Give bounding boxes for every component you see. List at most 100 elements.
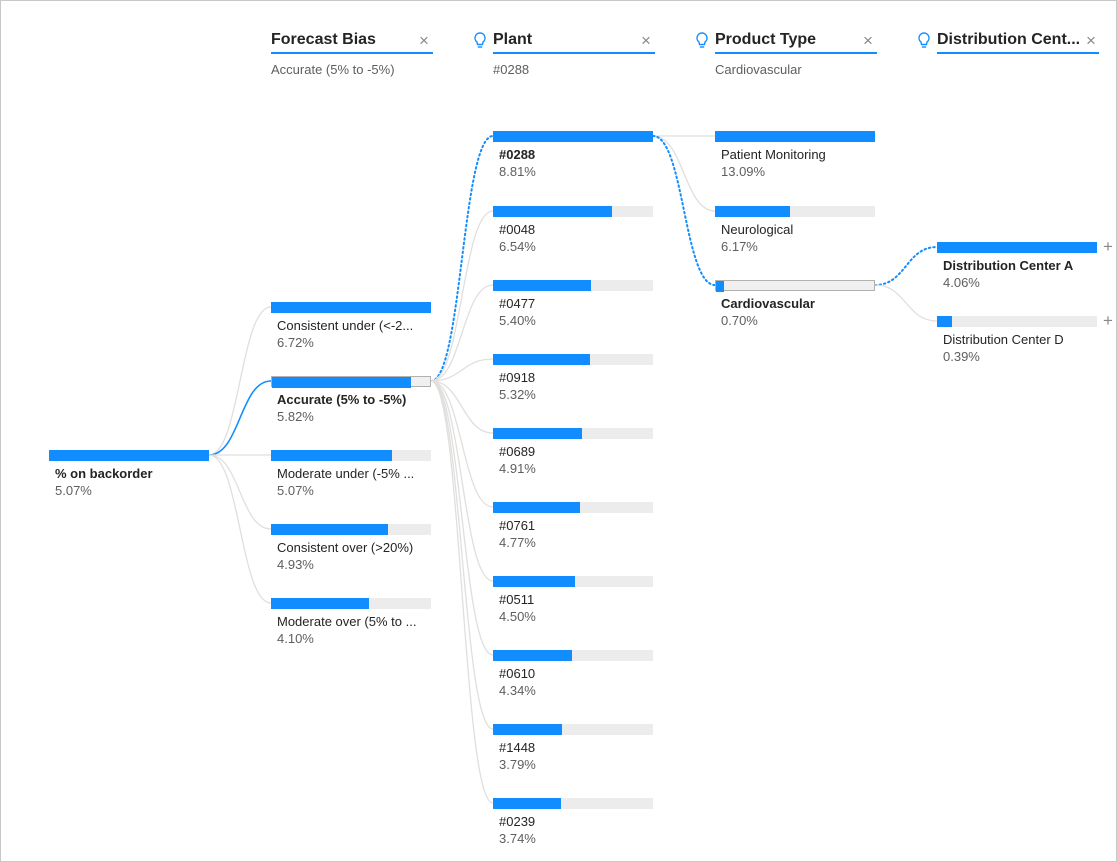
node-value: 13.09%: [721, 164, 766, 179]
bar-fill: [493, 428, 582, 439]
node-value: 3.74%: [499, 831, 536, 846]
node-label: Neurological: [721, 222, 794, 237]
node-label: Consistent over (>20%): [277, 540, 414, 555]
decomposition-tree: % on backorder 5.07% Forecast Bias × Accurat…: [0, 0, 1117, 862]
connector-line: [430, 380, 494, 508]
node-label: Accurate (5% to -5%): [277, 392, 407, 407]
lightbulb-icon: [918, 32, 930, 48]
node-value: 4.93%: [277, 557, 314, 572]
bar-fill: [715, 206, 790, 217]
node-label: #1448: [499, 740, 536, 755]
node-value: 5.07%: [277, 483, 314, 498]
bar-track: [493, 576, 653, 587]
connector-line: [208, 306, 272, 456]
node-label: #0918: [499, 370, 536, 385]
node-value: 3.79%: [499, 757, 536, 772]
node-value: 5.82%: [277, 409, 314, 424]
connector-line: [208, 454, 272, 530]
node-label: Distribution Center A: [943, 258, 1074, 273]
level-title: Plant: [493, 31, 533, 48]
bar-track: [493, 280, 653, 291]
bar-fill: [493, 724, 562, 735]
node-label: Patient Monitoring: [721, 147, 826, 162]
level-header-forecast-bias[interactable]: Forecast Bias ×: [271, 31, 433, 55]
node-label: #0761: [499, 518, 536, 533]
close-icon[interactable]: ×: [641, 32, 651, 49]
connector-line: [430, 380, 494, 656]
node-label: Moderate under (-5% ...: [277, 466, 415, 481]
bar-fill: [49, 450, 209, 461]
node-value: 8.81%: [499, 164, 536, 179]
node-label: Moderate over (5% to ...: [277, 614, 417, 629]
node-value: 4.34%: [499, 683, 536, 698]
level-header-plant[interactable]: Plant ×: [474, 31, 655, 55]
bar-track: [493, 650, 653, 661]
bar-fill: [493, 576, 575, 587]
node-value: 0.39%: [943, 349, 980, 364]
node-value: 0.70%: [721, 313, 758, 328]
connector-line: [874, 284, 938, 322]
node-value: 4.06%: [943, 275, 980, 290]
close-icon[interactable]: ×: [863, 32, 873, 49]
node-value: 4.10%: [277, 631, 314, 646]
bar-track: [493, 428, 653, 439]
node-label: #0048: [499, 222, 536, 237]
bar-fill: [493, 206, 612, 217]
bar-track: [493, 798, 653, 809]
bar-track: [49, 450, 209, 461]
bar-track: [715, 131, 875, 142]
bar-fill: [937, 242, 1097, 253]
node-value: 4.50%: [499, 609, 536, 624]
bar-track: [271, 450, 431, 461]
level-filter-value: Accurate (5% to -5%): [271, 62, 395, 77]
level-underline: [271, 52, 433, 54]
close-icon[interactable]: ×: [419, 32, 429, 49]
level-header-product-type[interactable]: Product Type ×: [696, 31, 877, 55]
node-label: #0477: [499, 296, 536, 311]
connector-line: [430, 135, 494, 382]
plus-icon[interactable]: +: [1103, 237, 1113, 257]
node-value: 5.40%: [499, 313, 536, 328]
connector-line: [208, 380, 272, 456]
bar-fill: [271, 302, 431, 313]
node-value: 6.72%: [277, 335, 314, 350]
bar-track: [715, 280, 875, 292]
connector-line: [430, 210, 494, 382]
bar-track: [493, 206, 653, 217]
bar-track: [937, 316, 1097, 327]
bar-track: [493, 502, 653, 513]
node-label: Cardiovascular: [721, 296, 815, 311]
bar-track: [715, 206, 875, 217]
bar-fill: [271, 598, 369, 609]
bar-track: [271, 302, 431, 313]
bar-track: [493, 354, 653, 365]
level-title: Forecast Bias: [271, 31, 376, 48]
node-label: Consistent under (<-2...: [277, 318, 414, 333]
node-value: 6.54%: [499, 239, 536, 254]
level-header-distribution-cent[interactable]: Distribution Cent... ×: [918, 31, 1099, 55]
bar-track: [493, 724, 653, 735]
level-underline: [493, 52, 655, 54]
node-value: 5.32%: [499, 387, 536, 402]
connector-line: [874, 246, 938, 286]
connector-line: [208, 454, 272, 604]
plus-icon[interactable]: +: [1103, 311, 1113, 331]
node-label: #0239: [499, 814, 536, 829]
bar-fill: [493, 131, 653, 142]
bar-track: [493, 131, 653, 142]
node-label: #0288: [499, 147, 536, 162]
bar-fill: [716, 281, 724, 292]
node-label: % on backorder: [55, 466, 153, 481]
close-icon[interactable]: ×: [1086, 32, 1096, 49]
bar-fill: [272, 377, 411, 388]
node-value: 4.77%: [499, 535, 536, 550]
node-label: #0610: [499, 666, 536, 681]
bar-track: [271, 598, 431, 609]
lightbulb-icon: [474, 32, 486, 48]
bar-fill: [715, 131, 875, 142]
bar-fill: [493, 650, 572, 661]
connector-line: [652, 135, 716, 286]
bar-track: [271, 524, 431, 535]
level-title: Product Type: [715, 31, 817, 48]
level-title: Distribution Cent...: [937, 31, 1081, 48]
